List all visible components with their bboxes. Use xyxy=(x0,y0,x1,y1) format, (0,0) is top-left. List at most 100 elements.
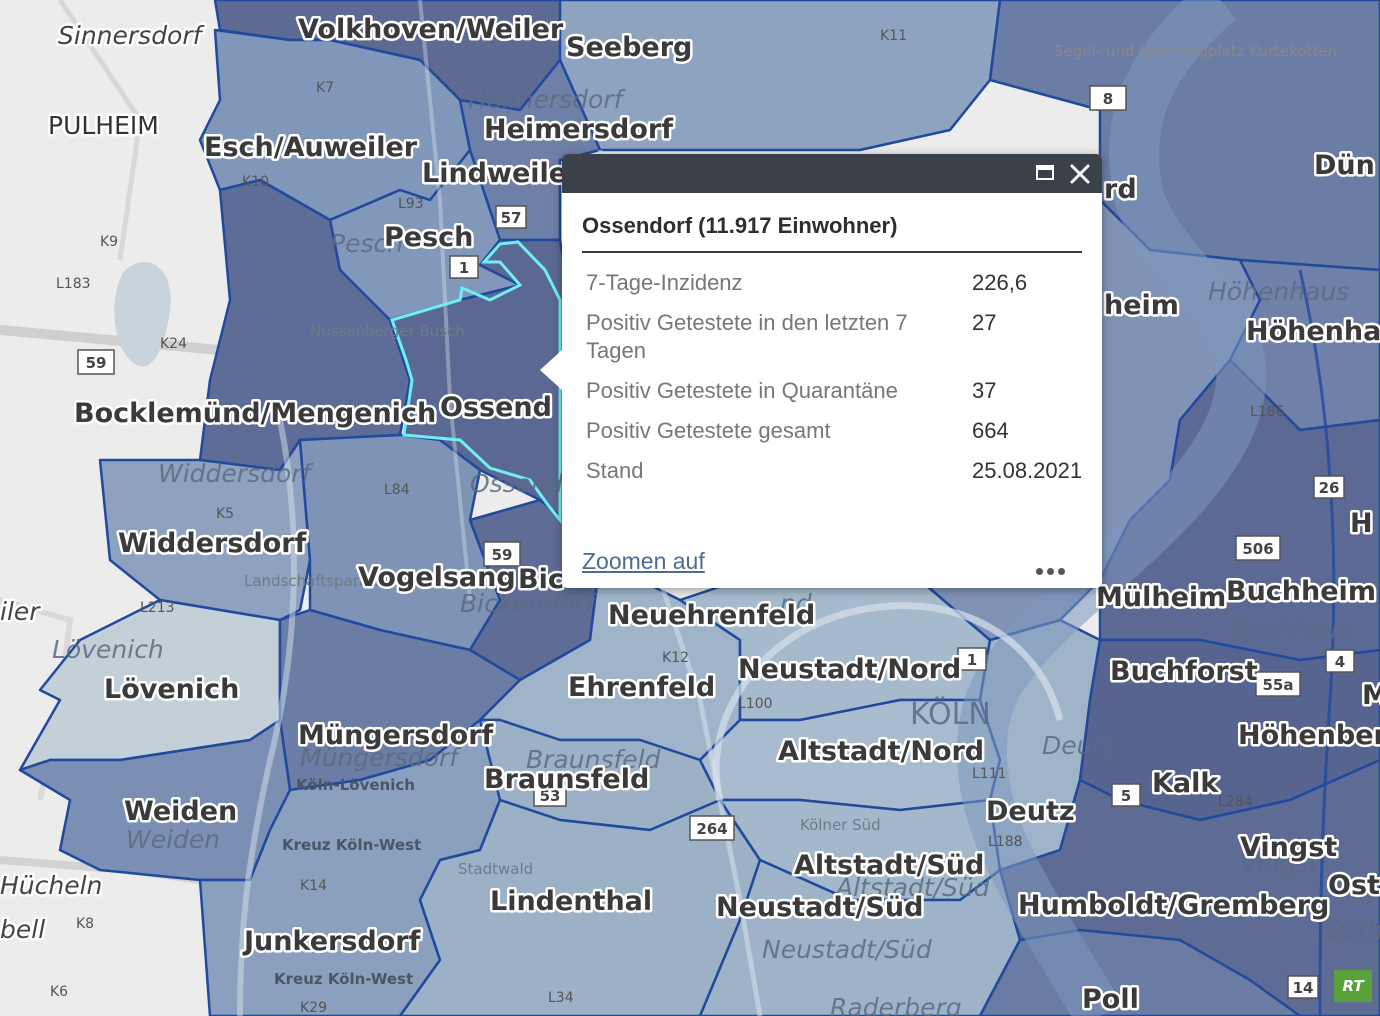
district-label-pesch: Pesch xyxy=(384,222,473,253)
district-label-altstadt-nord: Altstadt/Nord xyxy=(778,736,984,767)
place-label-nussenberger: Nüssenberger Busch xyxy=(310,322,465,340)
base-label-weiden: Weiden xyxy=(126,825,220,854)
svg-text:8: 8 xyxy=(1103,90,1113,108)
svg-text:1: 1 xyxy=(967,651,977,669)
road-label: L84 xyxy=(384,482,410,498)
road-shield: 26 xyxy=(1313,475,1345,499)
district-label-duen: Dün xyxy=(1314,150,1375,181)
place-label-bell: bell xyxy=(0,915,45,944)
road-label: K9 xyxy=(100,234,118,250)
road-label: L213 xyxy=(140,600,175,616)
district-label-poll: Poll xyxy=(1082,984,1139,1015)
district-label-esch-auweiler: Esch/Auweiler xyxy=(204,132,418,163)
popup-header xyxy=(562,154,1102,193)
district-label-vingst: Vingst xyxy=(1240,832,1337,863)
district-label-buchheim: Buchheim xyxy=(1226,576,1376,607)
district-label-altstadt-sued: Altstadt/Süd xyxy=(794,850,984,881)
more-icon xyxy=(1058,568,1065,575)
more-icon xyxy=(1036,568,1043,575)
svg-text:506: 506 xyxy=(1242,540,1273,558)
zoom-to-link[interactable]: Zoomen auf xyxy=(582,548,705,575)
road-label: K11 xyxy=(880,28,907,44)
district-label-ossendorf: Ossend xyxy=(440,392,552,423)
table-row: Positiv Getestete in Quarantäne 37 xyxy=(584,373,1084,413)
more-icon xyxy=(1047,568,1054,575)
district-label-neuehrenfeld: Neuehrenfeld xyxy=(608,600,815,631)
district-label-bickendorf: Bic xyxy=(518,564,564,595)
road-shield: 14 xyxy=(1287,975,1319,999)
svg-text:5: 5 xyxy=(1121,787,1131,805)
attribute-label: 7-Tage-Inzidenz xyxy=(586,270,743,295)
district-label-vogelsang: Vogelsang xyxy=(358,562,516,593)
base-label-buchheim: Buchheim xyxy=(1230,615,1355,644)
road-label: K8 xyxy=(76,916,94,932)
district-label-bocklemuend: Bocklemünd/Mengenich xyxy=(74,398,436,429)
road-shield: 264 xyxy=(689,815,735,841)
attribute-value: 25.08.2021 xyxy=(972,458,1083,483)
svg-text:26: 26 xyxy=(1319,479,1340,497)
base-label-raderberg: Raderberg xyxy=(830,993,962,1016)
place-label-stadtwald: Stadtwald xyxy=(458,860,533,878)
place-label-pulheim: PULHEIM xyxy=(48,111,159,140)
maximize-button[interactable] xyxy=(1036,163,1058,185)
district-label-muelheim: Mülheim xyxy=(1096,582,1226,613)
road-shield: 1 xyxy=(957,647,987,671)
road-label: L183 xyxy=(56,276,91,292)
base-label-koln: KÖLN xyxy=(910,696,991,732)
base-label-heimersdorf: Heimersdorf xyxy=(468,85,626,114)
district-label-buchforst: Buchforst xyxy=(1110,656,1258,687)
close-button[interactable] xyxy=(1066,160,1094,188)
road-label: K29 xyxy=(300,1000,327,1016)
base-label-deutz: Deutz xyxy=(1042,731,1116,760)
road-label: K6 xyxy=(50,984,68,1000)
district-label-seeberg: Seeberg xyxy=(566,32,692,63)
place-label-kreuz-2: Kreuz Köln-West xyxy=(274,970,413,988)
popup-pointer xyxy=(540,350,562,390)
svg-text:59: 59 xyxy=(86,354,107,372)
base-label-ossendorf: Ossend xyxy=(470,469,563,498)
attribute-label: Positiv Getestete in Quarantäne xyxy=(586,378,898,403)
road-shield: 5 xyxy=(1111,783,1141,807)
base-label-neustadt-sud: Neustadt/Süd xyxy=(762,935,932,964)
district-label-h: H xyxy=(1350,508,1373,539)
svg-text:1: 1 xyxy=(459,259,469,277)
svg-text:264: 264 xyxy=(696,820,727,838)
district-label-braunsfeld: Braunsfeld xyxy=(484,764,649,795)
road-label: L34 xyxy=(548,990,574,1006)
district-label-widdersdorf: Widdersdorf xyxy=(118,528,307,559)
road-label: L186 xyxy=(1250,404,1285,420)
district-label-hoehenberg: Höhenber xyxy=(1238,720,1380,751)
district-label-heim: heim xyxy=(1104,290,1179,321)
road-shield: 57 xyxy=(495,205,527,229)
base-label-lovenich: Lövenich xyxy=(52,635,164,664)
place-label-iler: iler xyxy=(0,597,41,626)
attribute-value: 27 xyxy=(972,310,997,335)
district-label-rd: rd xyxy=(1104,174,1137,205)
road-label: L188 xyxy=(988,834,1023,850)
attribute-label: Positiv Getestete in den letzten 7 Tagen xyxy=(586,310,908,363)
district-label-ehrenfeld: Ehrenfeld xyxy=(568,672,715,703)
district-label-weiden: Weiden xyxy=(124,796,237,827)
district-label-loevenich: Lövenich xyxy=(104,674,239,705)
table-row: Positiv Getestete in den letzten 7 Tagen… xyxy=(584,305,1084,373)
more-button[interactable] xyxy=(1036,560,1070,575)
district-label-ost: Ost xyxy=(1328,870,1380,901)
place-label-kreuz: Kölner Süd xyxy=(800,816,881,834)
place-label-huecheln: Hücheln xyxy=(0,871,102,900)
attribute-label: Positiv Getestete gesamt xyxy=(586,418,831,443)
map-view[interactable]: Heimersdorf Pesch Widdersdorf Lövenich B… xyxy=(0,0,1380,1016)
district-label-humboldt-gremberg: Humboldt/Gremberg xyxy=(1018,890,1329,921)
road-label: K5 xyxy=(216,506,234,522)
table-row: Stand 25.08.2021 xyxy=(584,453,1084,493)
district-label-junkersdorf: Junkersdorf xyxy=(242,926,421,957)
svg-text:57: 57 xyxy=(501,209,522,227)
place-label-segelflug: Segel- und Sportflugplatz Kurtekotten xyxy=(1054,42,1337,60)
district-label-heimersdorf: Heimersdorf xyxy=(484,114,673,145)
district-label-lindweiler: Lindweile xyxy=(422,158,567,189)
base-label-widdersdorf: Widdersdorf xyxy=(158,459,314,488)
district-label-neustadt-nord: Neustadt/Nord xyxy=(738,654,961,685)
district-label-m: M xyxy=(1362,680,1380,711)
road-shield: 4 xyxy=(1325,649,1355,673)
road-label: K7 xyxy=(316,80,334,96)
district-label-lindenthal: Lindenthal xyxy=(490,886,652,917)
